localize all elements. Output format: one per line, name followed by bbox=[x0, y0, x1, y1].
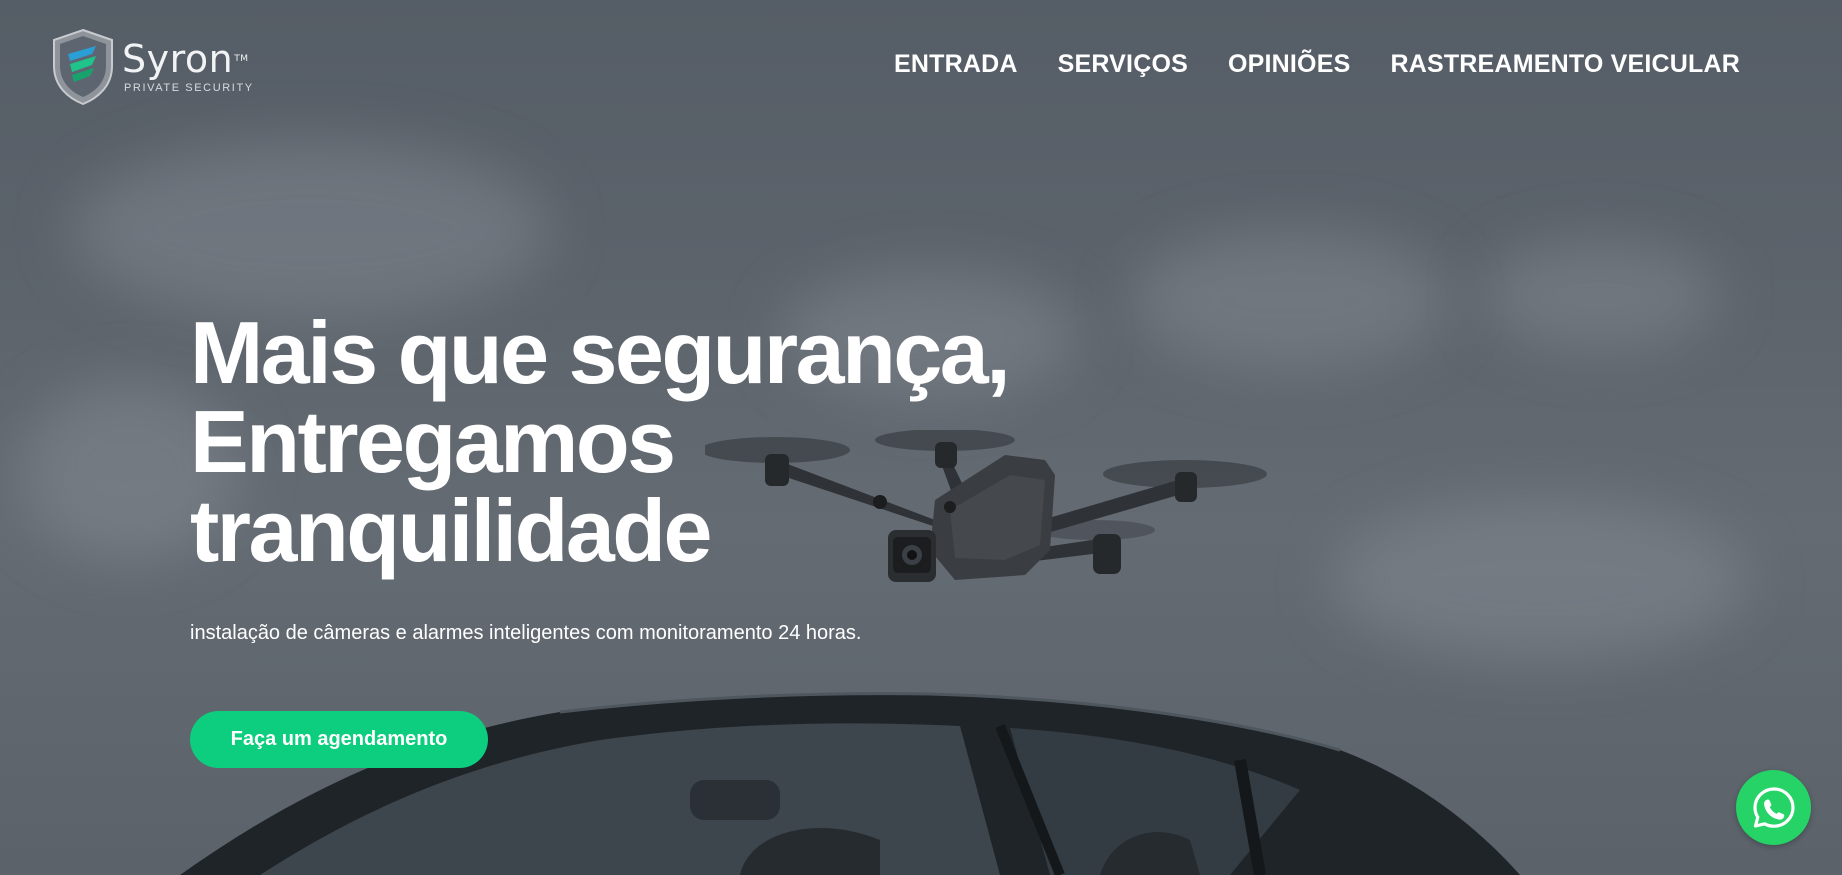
whatsapp-icon bbox=[1752, 786, 1795, 828]
brand-tagline: PRIVATE SECURITY bbox=[124, 82, 254, 94]
hero-headline: Mais que segurança, Entregamos tranquili… bbox=[190, 303, 1011, 580]
trademark-symbol: TM bbox=[234, 54, 249, 64]
whatsapp-button[interactable] bbox=[1736, 770, 1811, 845]
hero-section: SyronTM PRIVATE SECURITY ENTRADA SERVIÇO… bbox=[0, 0, 1842, 875]
main-nav: ENTRADA SERVIÇOS OPINIÕES RASTREAMENTO V… bbox=[894, 50, 1740, 79]
headline-line: Entregamos bbox=[190, 392, 676, 491]
nav-item-rastreamento-veicular[interactable]: RASTREAMENTO VEICULAR bbox=[1390, 50, 1740, 79]
headline-line: Mais que segurança, bbox=[190, 303, 1011, 402]
background-cloud bbox=[70, 140, 550, 320]
background-cloud bbox=[1130, 230, 1450, 370]
headline-line: tranquilidade bbox=[190, 481, 713, 580]
schedule-button[interactable]: Faça um agendamento bbox=[190, 711, 488, 768]
nav-item-opinioes[interactable]: OPINIÕES bbox=[1228, 50, 1350, 79]
nav-item-entrada[interactable]: ENTRADA bbox=[894, 50, 1018, 79]
brand-logo[interactable]: SyronTM PRIVATE SECURITY bbox=[50, 28, 254, 106]
background-cloud bbox=[1480, 240, 1720, 350]
brand-name: SyronTM bbox=[122, 37, 249, 81]
shield-logo-icon bbox=[53, 28, 113, 106]
background-cloud bbox=[1330, 500, 1750, 660]
nav-item-servicos[interactable]: SERVIÇOS bbox=[1058, 50, 1188, 79]
hero-subtitle: instalação de câmeras e alarmes intelige… bbox=[190, 622, 862, 644]
